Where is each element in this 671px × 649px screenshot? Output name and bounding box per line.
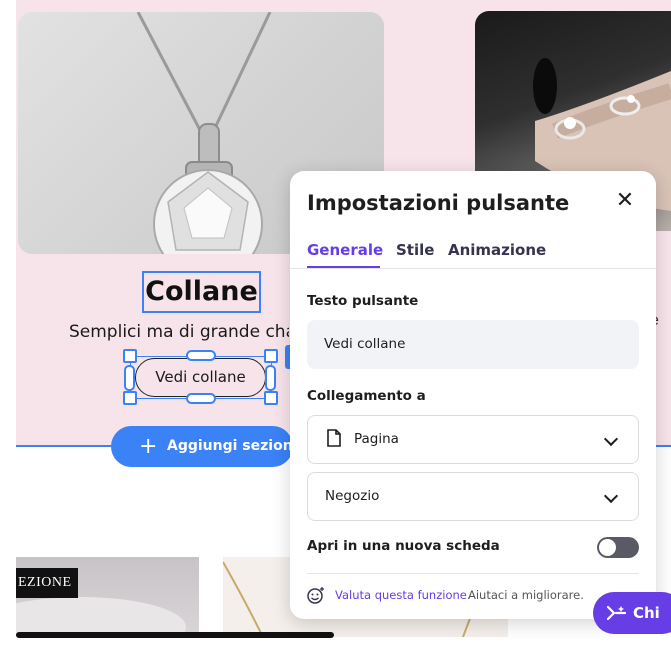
plus-icon: + <box>139 434 158 459</box>
page-icon <box>327 429 341 447</box>
feedback-text: Aiutaci a migliorare. <box>468 588 584 602</box>
smile-icon <box>307 587 324 604</box>
resize-handle-top-left[interactable] <box>123 349 137 363</box>
resize-handle-top-right[interactable] <box>264 349 278 363</box>
shop-necklaces-button[interactable]: Vedi collane <box>135 358 266 397</box>
collection-label[interactable]: EZIONE <box>16 568 78 598</box>
link-target-select[interactable]: Negozio <box>307 472 639 521</box>
panel-title: Impostazioni pulsante <box>307 191 570 215</box>
resize-handle-top[interactable] <box>186 350 216 361</box>
tab-stile[interactable]: Stile <box>396 239 434 261</box>
link-type-select[interactable]: Pagina <box>307 415 639 464</box>
link-type-value: Pagina <box>354 431 399 447</box>
close-icon[interactable]: ✕ <box>612 187 638 213</box>
resize-handle-bottom-right[interactable] <box>264 391 278 405</box>
editor-canvas: Collane Semplici ma di grande cha Vedi c… <box>0 0 671 649</box>
resize-handle-bottom-left[interactable] <box>123 391 137 405</box>
button-text-label: Testo pulsante <box>307 293 419 309</box>
divider <box>307 573 639 574</box>
resize-handle-bottom[interactable] <box>186 393 216 404</box>
add-section-label: Aggiungi sezione <box>167 438 293 454</box>
bottom-bar <box>16 632 334 638</box>
new-tab-label: Apri in una nuova scheda <box>307 538 500 554</box>
section-heading[interactable]: Collane <box>142 271 261 313</box>
button-settings-panel: Impostazioni pulsante ✕ Generale Stile A… <box>290 171 656 619</box>
chat-label: Chi <box>633 604 660 622</box>
ai-sparkle-icon <box>606 605 627 621</box>
settings-tabs: Generale Stile Animazione <box>290 239 656 269</box>
chevron-down-icon <box>603 431 619 447</box>
chevron-down-icon <box>603 488 619 504</box>
new-tab-toggle[interactable] <box>597 537 639 558</box>
rate-feature-link[interactable]: Valuta questa funzione. <box>335 584 471 606</box>
ai-chat-button[interactable]: Chi <box>593 592 671 634</box>
resize-handle-left[interactable] <box>124 365 135 391</box>
link-target-value: Negozio <box>325 488 380 504</box>
tab-animazione[interactable]: Animazione <box>448 239 546 261</box>
active-tab-indicator <box>307 266 380 268</box>
resize-handle-right[interactable] <box>265 365 276 391</box>
tab-generale[interactable]: Generale <box>307 239 383 261</box>
link-label: Collegamento a <box>307 388 426 404</box>
section-subtitle[interactable]: Semplici ma di grande cha <box>69 319 289 345</box>
button-text-input[interactable]: Vedi collane <box>307 320 639 369</box>
add-section-button[interactable]: + Aggiungi sezione <box>111 426 293 467</box>
